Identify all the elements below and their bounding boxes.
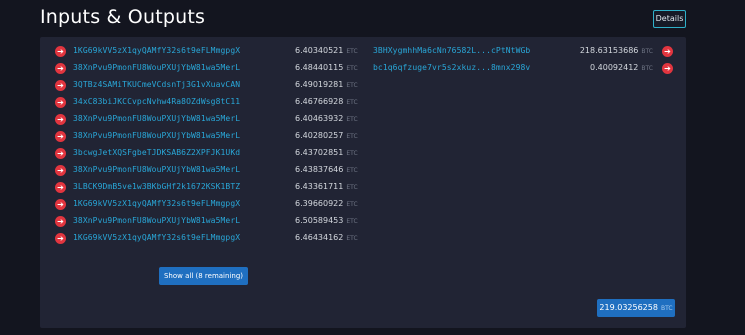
input-amount: 6.39660922 ETC	[295, 199, 358, 208]
amount-value: 6.48440115	[295, 63, 344, 72]
input-row: ➔ 34xC83biJKCCvpcNvhw4Ra8OZdWsg8tC11 6.467…	[55, 95, 375, 111]
amount-unit: ETC	[346, 167, 358, 174]
arrow-right-icon[interactable]: ➔	[55, 233, 66, 244]
amount-unit: ETC	[346, 65, 358, 72]
output-row: 3BHXygmhhMa6cNn76582L...cPtNtWGb 218.6315…	[373, 44, 673, 60]
input-row: ➔ 38XnPvu9PmonFU8WouPXUjYbW81wa5MerL 6.404…	[55, 112, 375, 128]
amount-unit: ETC	[346, 82, 358, 89]
input-amount: 6.50589453 ETC	[295, 216, 358, 225]
amount-value: 6.46766928	[295, 97, 344, 106]
arrow-right-icon[interactable]: ➔	[55, 114, 66, 125]
arrow-right-icon[interactable]: ➔	[55, 216, 66, 227]
total-amount-badge: 219.03256258 BTC	[597, 299, 675, 317]
input-row: ➔ 1KG69kVV5zX1qyQAMfY32s6t9eFLMmgpgX 6.464…	[55, 231, 375, 247]
show-all-button[interactable]: Show all (8 remaining)	[159, 267, 248, 285]
section-title: Inputs & Outputs	[40, 6, 206, 28]
amount-unit: ETC	[346, 150, 358, 157]
amount-unit: ETC	[346, 116, 358, 123]
input-address-link[interactable]: 3bcwgJetXQSFgbeTJDKSAB6Z2XPFJK1UKd	[73, 148, 240, 157]
input-row: ➔ 38XnPvu9PmonFU8WouPXUjYbW81wa5MerL 6.402…	[55, 129, 375, 145]
amount-unit: BTC	[641, 65, 653, 72]
arrow-right-icon[interactable]: ➔	[55, 80, 66, 91]
input-address-link[interactable]: 34xC83biJKCCvpcNvhw4Ra8OZdWsg8tC11	[73, 97, 240, 106]
input-amount: 6.40340521 ETC	[295, 46, 358, 55]
input-amount: 6.40463932 ETC	[295, 114, 358, 123]
input-address-link[interactable]: 3QTBz4SAMiTKUCmeVCdsnTj3G1vXuavCAN	[73, 80, 240, 89]
amount-value: 6.39660922	[295, 199, 344, 208]
input-amount: 6.46766928 ETC	[295, 97, 358, 106]
input-amount: 6.43361711 ETC	[295, 182, 358, 191]
total-unit: BTC	[660, 305, 673, 312]
amount-unit: ETC	[346, 99, 358, 106]
arrow-right-icon[interactable]: ➔	[55, 182, 66, 193]
input-amount: 6.46434162 ETC	[295, 233, 358, 242]
amount-unit: ETC	[346, 133, 358, 140]
inputs-outputs-panel: ➔ 1KG69kVV5zX1qyQAMfY32s6t9eFLMmgpgX 6.403…	[40, 37, 686, 328]
amount-value: 218.63153686	[579, 46, 639, 55]
input-address-link[interactable]: 1KG69kVV5zX1qyQAMfY32s6t9eFLMmgpgX	[73, 46, 240, 55]
input-amount: 6.48440115 ETC	[295, 63, 358, 72]
amount-unit: ETC	[346, 184, 358, 191]
arrow-right-icon[interactable]: ➔	[55, 97, 66, 108]
amount-unit: BTC	[641, 48, 653, 55]
output-address-link[interactable]: bc1q6qfzuge7vr5s2xkuz...8mnx298v	[373, 63, 530, 72]
input-amount: 6.49019281 ETC	[295, 80, 358, 89]
arrow-right-icon[interactable]: ➔	[55, 63, 66, 74]
total-amount: 219.03256258	[599, 303, 658, 312]
arrow-right-icon[interactable]: ➔	[662, 46, 673, 57]
input-address-link[interactable]: 38XnPvu9PmonFU8WouPXUjYbW81wa5MerL	[73, 114, 240, 123]
input-amount: 6.43837646 ETC	[295, 165, 358, 174]
arrow-right-icon[interactable]: ➔	[55, 165, 66, 176]
amount-unit: ETC	[346, 201, 358, 208]
amount-value: 0.40092412	[590, 63, 639, 72]
input-row: ➔ 1KG69kVV5zX1qyQAMfY32s6t9eFLMmgpgX 6.403…	[55, 44, 375, 60]
output-amount: 0.40092412 BTC	[590, 63, 653, 72]
input-address-link[interactable]: 3LBCK9DmB5ve1w3BKbGHf2k1672KSK1BTZ	[73, 182, 240, 191]
amount-value: 6.40463932	[295, 114, 344, 123]
input-address-link[interactable]: 38XnPvu9PmonFU8WouPXUjYbW81wa5MerL	[73, 131, 240, 140]
input-amount: 6.40280257 ETC	[295, 131, 358, 140]
amount-unit: ETC	[346, 48, 358, 55]
details-button[interactable]: Details	[653, 10, 686, 28]
amount-value: 6.50589453	[295, 216, 344, 225]
input-address-link[interactable]: 38XnPvu9PmonFU8WouPXUjYbW81wa5MerL	[73, 216, 240, 225]
input-row: ➔ 3bcwgJetXQSFgbeTJDKSAB6Z2XPFJK1UKd 6.437…	[55, 146, 375, 162]
amount-value: 6.46434162	[295, 233, 344, 242]
amount-value: 6.40340521	[295, 46, 344, 55]
arrow-right-icon[interactable]: ➔	[662, 63, 673, 74]
input-row: ➔ 38XnPvu9PmonFU8WouPXUjYbW81wa5MerL 6.438…	[55, 163, 375, 179]
output-amount: 218.63153686 BTC	[580, 46, 653, 55]
amount-value: 6.49019281	[295, 80, 344, 89]
amount-value: 6.43837646	[295, 165, 344, 174]
input-address-link[interactable]: 38XnPvu9PmonFU8WouPXUjYbW81wa5MerL	[73, 165, 240, 174]
input-address-link[interactable]: 38XnPvu9PmonFU8WouPXUjYbW81wa5MerL	[73, 63, 240, 72]
amount-value: 6.40280257	[295, 131, 344, 140]
amount-unit: ETC	[346, 235, 358, 242]
input-row: ➔ 3LBCK9DmB5ve1w3BKbGHf2k1672KSK1BTZ 6.433…	[55, 180, 375, 196]
output-row: bc1q6qfzuge7vr5s2xkuz...8mnx298v 0.400924…	[373, 61, 673, 77]
amount-unit: ETC	[346, 218, 358, 225]
arrow-right-icon[interactable]: ➔	[55, 131, 66, 142]
input-row: ➔ 38XnPvu9PmonFU8WouPXUjYbW81wa5MerL 6.484…	[55, 61, 375, 77]
input-address-link[interactable]: 1KG69kVV5zX1qyQAMfY32s6t9eFLMmgpgX	[73, 233, 240, 242]
input-row: ➔ 38XnPvu9PmonFU8WouPXUjYbW81wa5MerL 6.505…	[55, 214, 375, 230]
arrow-right-icon[interactable]: ➔	[55, 199, 66, 210]
input-address-link[interactable]: 1KG69kVV5zX1qyQAMfY32s6t9eFLMmgpgX	[73, 199, 240, 208]
amount-value: 6.43702851	[295, 148, 344, 157]
amount-value: 6.43361711	[295, 182, 344, 191]
arrow-right-icon[interactable]: ➔	[55, 148, 66, 159]
input-row: ➔ 1KG69kVV5zX1qyQAMfY32s6t9eFLMmgpgX 6.396…	[55, 197, 375, 213]
arrow-right-icon[interactable]: ➔	[55, 46, 66, 57]
output-address-link[interactable]: 3BHXygmhhMa6cNn76582L...cPtNtWGb	[373, 46, 530, 55]
input-row: ➔ 3QTBz4SAMiTKUCmeVCdsnTj3G1vXuavCAN 6.490…	[55, 78, 375, 94]
input-amount: 6.43702851 ETC	[295, 148, 358, 157]
